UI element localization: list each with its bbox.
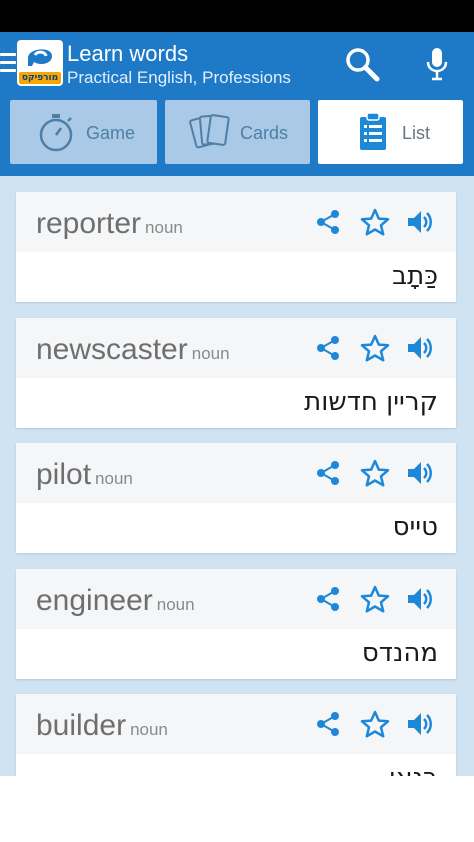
search-icon[interactable]: [344, 46, 380, 82]
translation-text: טייס: [392, 512, 438, 542]
word-text-wrap: engineer noun: [36, 583, 195, 623]
status-bar: [0, 0, 474, 32]
word-text-wrap: pilot noun: [36, 457, 133, 497]
word-card[interactable]: pilot noun טייס: [16, 443, 456, 553]
share-icon[interactable]: [316, 208, 340, 236]
translation-text: בנאי: [389, 760, 438, 776]
word-text: builder: [36, 709, 127, 742]
part-of-speech: noun: [130, 720, 168, 739]
share-icon[interactable]: [316, 585, 340, 613]
star-icon[interactable]: [360, 208, 390, 236]
word-card[interactable]: newscaster noun קריין חדשות: [16, 318, 456, 428]
part-of-speech: noun: [156, 595, 195, 614]
app-bar: מורפיקס Learn words Practical English, P…: [0, 32, 474, 96]
logo-mark-icon: [28, 49, 52, 66]
word-text: newscaster: [36, 333, 188, 366]
translation-text: קריין חדשות: [304, 387, 438, 417]
stopwatch-icon: [39, 114, 73, 152]
speaker-icon[interactable]: [406, 710, 434, 738]
share-icon[interactable]: [316, 334, 340, 362]
tab-cards-label: Cards: [240, 123, 289, 143]
word-text: engineer: [36, 584, 153, 617]
word-text-wrap: newscaster noun: [36, 332, 230, 372]
word-card[interactable]: engineer noun מהנדס: [16, 569, 456, 679]
app-logo[interactable]: מורפיקס: [17, 40, 63, 86]
translation-text: כַּתָב: [392, 261, 438, 291]
word-text-wrap: builder noun: [36, 708, 168, 748]
clipboard-list-icon: [360, 112, 386, 150]
star-icon[interactable]: [360, 334, 390, 362]
word-text: pilot: [36, 458, 92, 491]
word-text: reporter: [36, 207, 142, 240]
share-icon[interactable]: [316, 459, 340, 487]
star-icon[interactable]: [360, 710, 390, 738]
bottom-area: [0, 776, 474, 842]
part-of-speech: noun: [95, 469, 133, 488]
word-text-wrap: reporter noun: [36, 206, 183, 246]
microphone-icon[interactable]: [422, 46, 452, 82]
share-icon[interactable]: [316, 710, 340, 738]
cards-icon: [189, 114, 230, 149]
tab-bar: Game Cards List: [0, 96, 474, 176]
word-list[interactable]: reporter noun כַּתָב newscaster noun קרי…: [0, 176, 474, 776]
app-subtitle: Practical English, Professions: [67, 68, 291, 87]
part-of-speech: noun: [191, 344, 230, 363]
speaker-icon[interactable]: [406, 208, 434, 236]
word-card[interactable]: buildernoun בנאי: [16, 694, 456, 776]
menu-icon[interactable]: [0, 51, 16, 75]
speaker-icon[interactable]: [406, 585, 434, 613]
star-icon[interactable]: [360, 459, 390, 487]
speaker-icon[interactable]: [406, 334, 434, 362]
speaker-icon[interactable]: [406, 459, 434, 487]
tab-list[interactable]: List: [318, 100, 463, 164]
tab-game-label: Game: [86, 123, 136, 143]
tab-cards[interactable]: Cards: [165, 100, 310, 164]
logo-text: מורפיקס: [19, 72, 61, 84]
tab-list-label: List: [402, 123, 431, 143]
tab-game[interactable]: Game: [10, 100, 157, 164]
part-of-speech: noun: [145, 218, 183, 237]
word-card[interactable]: reporter noun כַּתָב: [16, 192, 456, 302]
translation-text: מהנדס: [361, 638, 438, 668]
app-title: Learn words: [67, 41, 189, 66]
star-icon[interactable]: [360, 585, 390, 613]
